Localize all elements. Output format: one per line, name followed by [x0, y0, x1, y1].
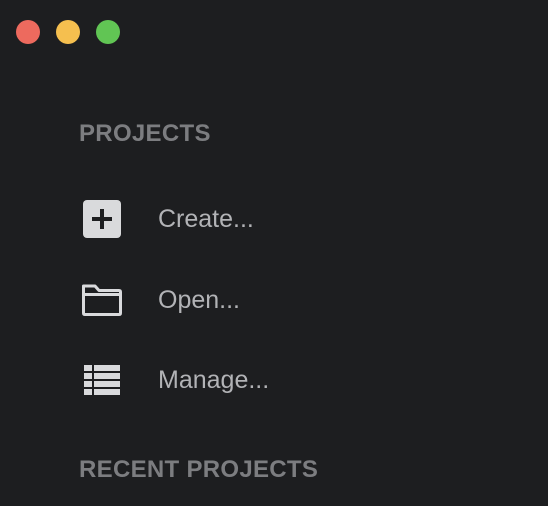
manage-projects-label: Manage...: [158, 365, 270, 394]
manage-projects-button[interactable]: Manage...: [78, 356, 378, 404]
window-controls: [16, 20, 120, 44]
open-project-button[interactable]: Open...: [78, 276, 378, 324]
create-project-label: Create...: [158, 204, 254, 233]
list-icon: [78, 356, 126, 404]
recent-projects-section-title: RECENT PROJECTS: [79, 456, 319, 483]
close-window-button[interactable]: [16, 20, 40, 44]
minimize-window-button[interactable]: [56, 20, 80, 44]
create-project-button[interactable]: Create...: [78, 195, 378, 243]
folder-icon: [78, 276, 126, 324]
zoom-window-button[interactable]: [96, 20, 120, 44]
plus-square-icon: [78, 195, 126, 243]
open-project-label: Open...: [158, 285, 240, 314]
projects-section-title: PROJECTS: [79, 120, 211, 147]
launcher-window: PROJECTS Create... Open... Manage... REC…: [0, 0, 548, 506]
